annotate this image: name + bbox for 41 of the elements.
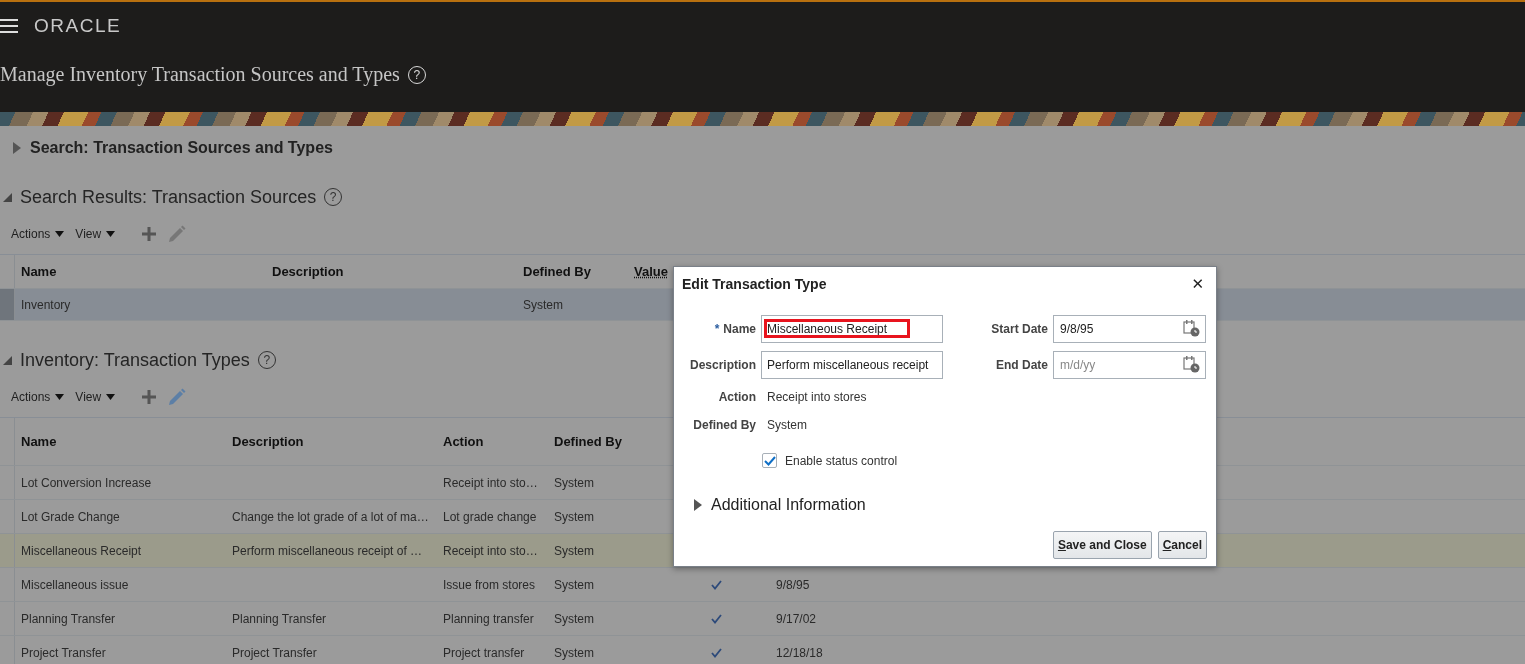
checkbox-label: Enable status control xyxy=(785,453,898,468)
table-cell: Project transfer xyxy=(443,645,525,660)
table-cell: System xyxy=(554,611,594,626)
table-cell: Project Transfer xyxy=(232,645,317,660)
dialog-title: Edit Transaction Type xyxy=(682,276,827,292)
table-cell: Miscellaneous Receipt xyxy=(21,543,142,558)
table-cell: Receipt into sto… xyxy=(443,543,538,558)
table-cell: Planning transfer xyxy=(443,611,534,626)
table-cell: Miscellaneous issue xyxy=(21,577,129,592)
table-cell: System xyxy=(554,509,594,524)
page-title: Manage Inventory Transaction Sources and Types xyxy=(0,63,400,86)
field-label: Name xyxy=(723,322,756,336)
section-title: Inventory: Transaction Types xyxy=(20,349,250,371)
table-cell: System xyxy=(554,475,594,490)
field-label: Description xyxy=(690,358,756,372)
table-cell: Lot grade change xyxy=(443,509,537,524)
table-cell: Receipt into sto… xyxy=(443,475,538,490)
table-cell: 12/18/18 xyxy=(776,645,823,660)
table-cell: Lot Conversion Increase xyxy=(21,475,152,490)
field-label: End Date xyxy=(996,358,1048,372)
table-cell: 9/8/95 xyxy=(776,577,810,592)
field-label: Start Date xyxy=(991,322,1048,336)
table-cell: Inventory xyxy=(21,297,71,312)
table-cell: System xyxy=(554,543,594,558)
table-cell: Perform miscellaneous receipt of … xyxy=(232,543,423,558)
table-cell: 9/17/02 xyxy=(776,611,817,626)
field-value: Receipt into stores xyxy=(766,389,868,406)
table-cell: Change the lot grade of a lot of ma… xyxy=(232,509,429,524)
table-cell: Lot Grade Change xyxy=(21,509,120,524)
field-label: Action xyxy=(718,390,756,404)
section-title: Search Results: Transaction Sources xyxy=(20,186,317,208)
table-cell: Issue from stores xyxy=(443,577,536,592)
table-cell: Planning Transfer xyxy=(21,611,116,626)
table-cell: Project Transfer xyxy=(21,645,106,660)
field-value: System xyxy=(766,417,808,434)
table-cell: System xyxy=(554,577,594,592)
field-label: Defined By xyxy=(693,418,756,432)
table-cell: System xyxy=(554,645,594,660)
required-mark: * xyxy=(714,322,720,336)
table-cell: System xyxy=(523,297,563,312)
table-cell: Planning Transfer xyxy=(232,611,327,626)
